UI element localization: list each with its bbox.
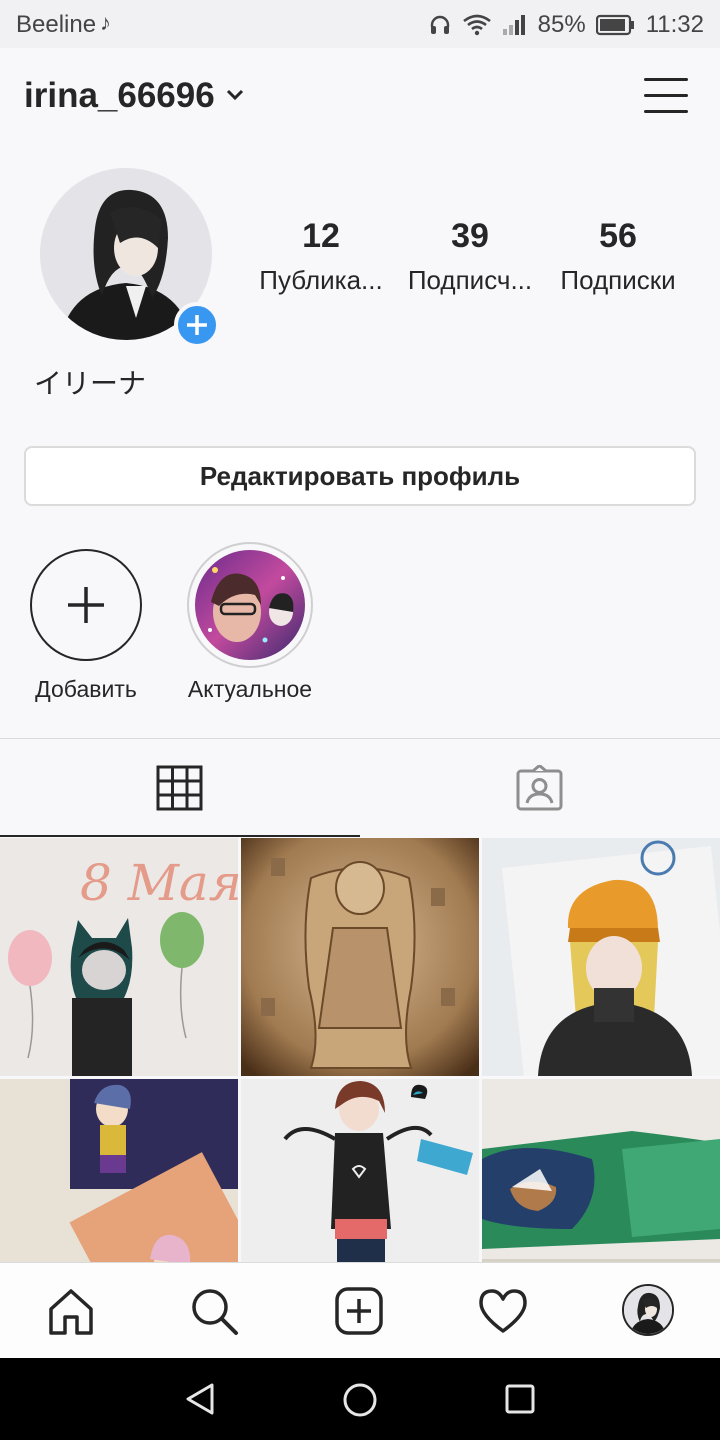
grid-icon xyxy=(156,765,203,811)
username-switcher[interactable]: irina_66696 xyxy=(24,76,215,116)
plus-icon xyxy=(68,587,104,623)
back-icon[interactable] xyxy=(184,1382,218,1416)
profile-stats: 12 Публика... 39 Подписч... 56 Подписки xyxy=(250,216,700,306)
clock: 11:32 xyxy=(645,11,704,38)
stat-posts-count: 12 xyxy=(302,217,340,255)
post-caption-text: 8 Мая xyxy=(80,854,238,912)
stat-posts-label: Публика... xyxy=(259,265,383,295)
search-icon[interactable] xyxy=(186,1283,242,1339)
signal-icon xyxy=(502,15,525,35)
add-story-button[interactable] xyxy=(174,302,220,348)
post-thumbnail[interactable]: 8 Мая xyxy=(0,838,238,1076)
stat-following[interactable]: 56 Подписки xyxy=(543,216,693,300)
stat-following-label: Подписки xyxy=(560,265,676,295)
system-navigation-bar xyxy=(0,1358,720,1440)
bottom-navigation xyxy=(0,1262,720,1358)
profile-avatar[interactable] xyxy=(622,1284,674,1336)
battery-percent: 85% xyxy=(537,11,586,38)
wifi-icon xyxy=(462,14,491,36)
plus-icon xyxy=(187,315,207,335)
hamburger-menu-icon[interactable] xyxy=(644,76,690,116)
chevron-down-icon[interactable] xyxy=(224,84,246,106)
tiktok-icon: ♪ xyxy=(100,10,111,35)
status-bar: Beeline ♪ 85% 11:32 xyxy=(0,0,720,48)
highlight-story[interactable] xyxy=(187,542,313,668)
home-icon[interactable] xyxy=(43,1283,99,1339)
post-thumbnail[interactable] xyxy=(482,1079,720,1262)
activity-heart-icon[interactable] xyxy=(475,1283,531,1339)
stat-followers-count: 39 xyxy=(451,217,489,255)
battery-icon xyxy=(595,14,634,36)
add-highlight-button[interactable] xyxy=(30,549,142,661)
headphones-icon xyxy=(430,15,449,34)
tab-tagged[interactable] xyxy=(360,739,720,835)
display-name: イリーナ xyxy=(34,368,147,399)
recents-icon[interactable] xyxy=(505,1384,535,1414)
post-thumbnail[interactable] xyxy=(0,1079,238,1262)
post-thumbnail[interactable] xyxy=(482,838,720,1076)
highlight-cover xyxy=(195,550,305,660)
profile-tabs xyxy=(0,738,720,837)
post-thumbnail[interactable] xyxy=(241,838,479,1076)
home-circle-icon[interactable] xyxy=(342,1382,378,1418)
stat-posts[interactable]: 12 Публика... xyxy=(246,216,396,300)
edit-profile-button[interactable]: Редактировать профиль xyxy=(24,446,696,506)
carrier-name: Beeline xyxy=(16,11,97,38)
stat-following-count: 56 xyxy=(599,217,637,255)
new-post-icon[interactable] xyxy=(331,1283,387,1339)
stat-followers-label: Подписч... xyxy=(407,265,533,295)
post-thumbnail[interactable] xyxy=(241,1079,479,1262)
highlight-label: Актуальное xyxy=(187,676,313,702)
stat-followers[interactable]: 39 Подписч... xyxy=(395,216,545,300)
tab-grid[interactable] xyxy=(0,739,360,837)
posts-grid: 8 Мая xyxy=(0,838,720,1262)
tagged-person-icon xyxy=(516,765,563,811)
add-highlight-label: Добавить xyxy=(35,676,137,702)
profile-header: irina_66696 xyxy=(0,48,720,148)
